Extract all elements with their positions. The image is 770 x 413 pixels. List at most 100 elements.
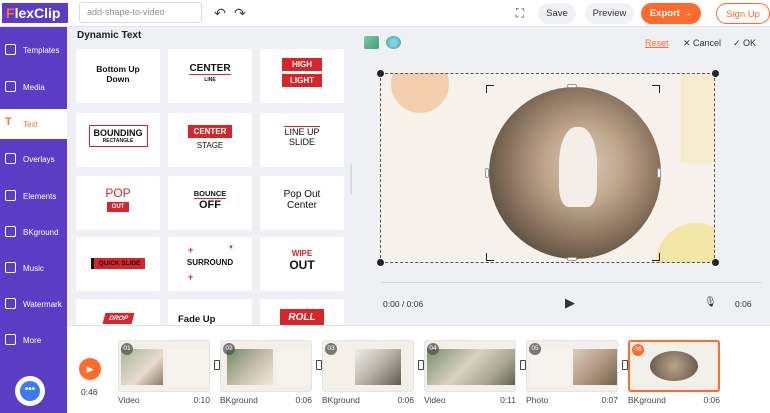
text-tile-pop-out[interactable]: POP OUT [76,176,160,230]
undo-icon[interactable]: ↶ [211,4,229,22]
sidebar-item-more[interactable]: More [0,325,67,355]
clip-meta: BKground 0:06 [628,395,720,405]
text-tile-wipe-out[interactable]: WIPE OUT [260,237,344,291]
reset-button[interactable]: Reset [645,38,669,48]
crop-corner-se[interactable] [652,253,660,261]
ok-button[interactable]: ✓ OK [733,38,756,49]
crop-handle-left[interactable] [485,168,489,178]
text-tile-surround[interactable]: + ▼ SURROUND + [168,237,252,291]
plus-icon: + [188,272,194,282]
text-tile-center-stage[interactable]: CENTER STAGE [168,113,252,167]
timeline-clip[interactable]: 06 [628,340,720,392]
left-sidebar: Templates Media T Text Overlays Elements… [0,27,67,413]
panel-title: Dynamic Text [77,30,142,41]
tile-label: OUT [106,202,130,212]
preview-button[interactable]: Preview [585,3,634,24]
timeline-clip[interactable]: 01 [118,340,210,392]
sidebar-item-bkground[interactable]: BKground [0,217,67,247]
media-icon [5,81,16,92]
text-tile-drop[interactable]: DROP [76,299,160,325]
text-tile-center-line[interactable]: CENTER LINE [168,49,252,103]
tile-label: Pop Out [283,189,321,200]
clip-thumbnail [573,349,617,385]
text-tile-fade-up[interactable]: Fade Up [168,299,252,325]
timeline-clip[interactable]: 04 [424,340,516,392]
crop-corner-ne[interactable] [652,85,660,93]
tile-label: BOUNDING [93,128,143,138]
text-tile-bounce-off[interactable]: BOUNCE OFF [168,176,252,230]
clip-thumbnail [227,349,273,385]
selection-frame [380,73,715,263]
clip-number: 06 [632,344,644,356]
cancel-button[interactable]: ✕ Cancel [683,38,721,49]
clip-thumbnail [355,349,401,385]
duration-label: 0:06 [735,299,752,309]
tile-label: SLIDE [288,137,315,147]
clip-meta: Photo 0:07 [526,395,618,405]
redo-icon[interactable]: ↷ [231,4,249,22]
image-crop-icon[interactable] [364,36,379,49]
plus-icon: + [188,245,194,255]
tile-label: QUICK SLIDE [90,258,146,269]
crop-corner-sw[interactable] [486,253,494,261]
triangle-icon: ▼ [228,245,234,251]
tile-label: POP [105,186,131,200]
text-tile-bottom-up-down[interactable]: Bottom Up Down [76,49,160,103]
clip-number: 03 [325,343,337,355]
resize-handle-ne[interactable] [712,70,719,77]
tile-label: LIGHT [282,74,322,87]
sidebar-item-music[interactable]: Music [0,253,67,283]
text-tile-line-up-slide[interactable]: LINE UP SLIDE [260,113,344,167]
sidebar-item-watermark[interactable]: Watermark [0,289,67,319]
clip-type: Photo [526,395,549,405]
sidebar-item-text[interactable]: T Text [0,109,67,139]
bounding-box: BOUNDING RECTANGLE [88,125,148,147]
text-tile-pop-out-center[interactable]: Pop Out Center [260,176,344,230]
crop-handle-top[interactable] [567,84,577,88]
sidebar-item-overlays[interactable]: Overlays [0,144,67,174]
timeline-clip[interactable]: 03 [322,340,414,392]
resize-handle-nw[interactable] [377,70,384,77]
tile-label: HIGH [282,58,322,71]
playback-progress-bar[interactable] [381,282,761,283]
clip-type: BKground [322,395,360,405]
text-icon: T [5,116,12,128]
sidebar-item-elements[interactable]: Elements [0,181,67,211]
text-tile-quick-slide[interactable]: QUICK SLIDE [76,237,160,291]
fullscreen-icon[interactable]: ⛶ [511,4,529,22]
timeline-clip[interactable]: 02 [220,340,312,392]
playback-controls: 0:00 / 0:06 ▶ 🎙 0:06 [381,285,761,310]
sign-up-button[interactable]: Sign Up [716,3,770,24]
crop-corner-nw[interactable] [486,85,494,93]
tile-label: SURROUND [186,258,234,267]
help-chat-button[interactable]: ••• [15,376,45,406]
tile-label: LINE UP [284,126,320,137]
tile-label: RECTANGLE [102,138,134,144]
timeline-play-button[interactable]: ▶ [79,358,101,380]
microphone-icon[interactable]: 🎙 [704,297,717,308]
text-tile-roll[interactable]: ROLL [260,299,344,325]
tile-label: Center [286,200,317,211]
export-button[interactable]: Export → [641,3,701,24]
play-icon[interactable]: ▶ [565,295,575,311]
crop-handle-bottom[interactable] [567,257,577,261]
text-tile-high-light[interactable]: HIGH LIGHT [260,49,344,103]
canvas-area: Reset ✕ Cancel ✓ OK 0:00 / 0:06 ▶ 🎙 0:06 [352,27,770,325]
background-icon [5,226,16,237]
resize-handle-sw[interactable] [377,259,384,266]
timeline-clip[interactable]: 05 [526,340,618,392]
clip-thumbnail [167,349,209,385]
text-tile-bounding-rectangle[interactable]: BOUNDING RECTANGLE [76,113,160,167]
clip-meta: Video 0:11 [424,395,516,405]
clip-type: BKground [220,395,258,405]
resize-handle-se[interactable] [712,259,719,266]
save-button[interactable]: Save [538,3,576,24]
crop-handle-right[interactable] [657,168,661,178]
flexclip-logo[interactable]: FlexClip [2,3,68,23]
project-name-input[interactable]: add-shape-to-video [79,2,202,23]
mask-shape-icon[interactable] [386,36,401,49]
sidebar-item-templates[interactable]: Templates [0,35,67,65]
sidebar-item-media[interactable]: Media [0,72,67,102]
tile-label: OUT [289,258,315,272]
tile-label: Bottom Up [96,64,140,74]
